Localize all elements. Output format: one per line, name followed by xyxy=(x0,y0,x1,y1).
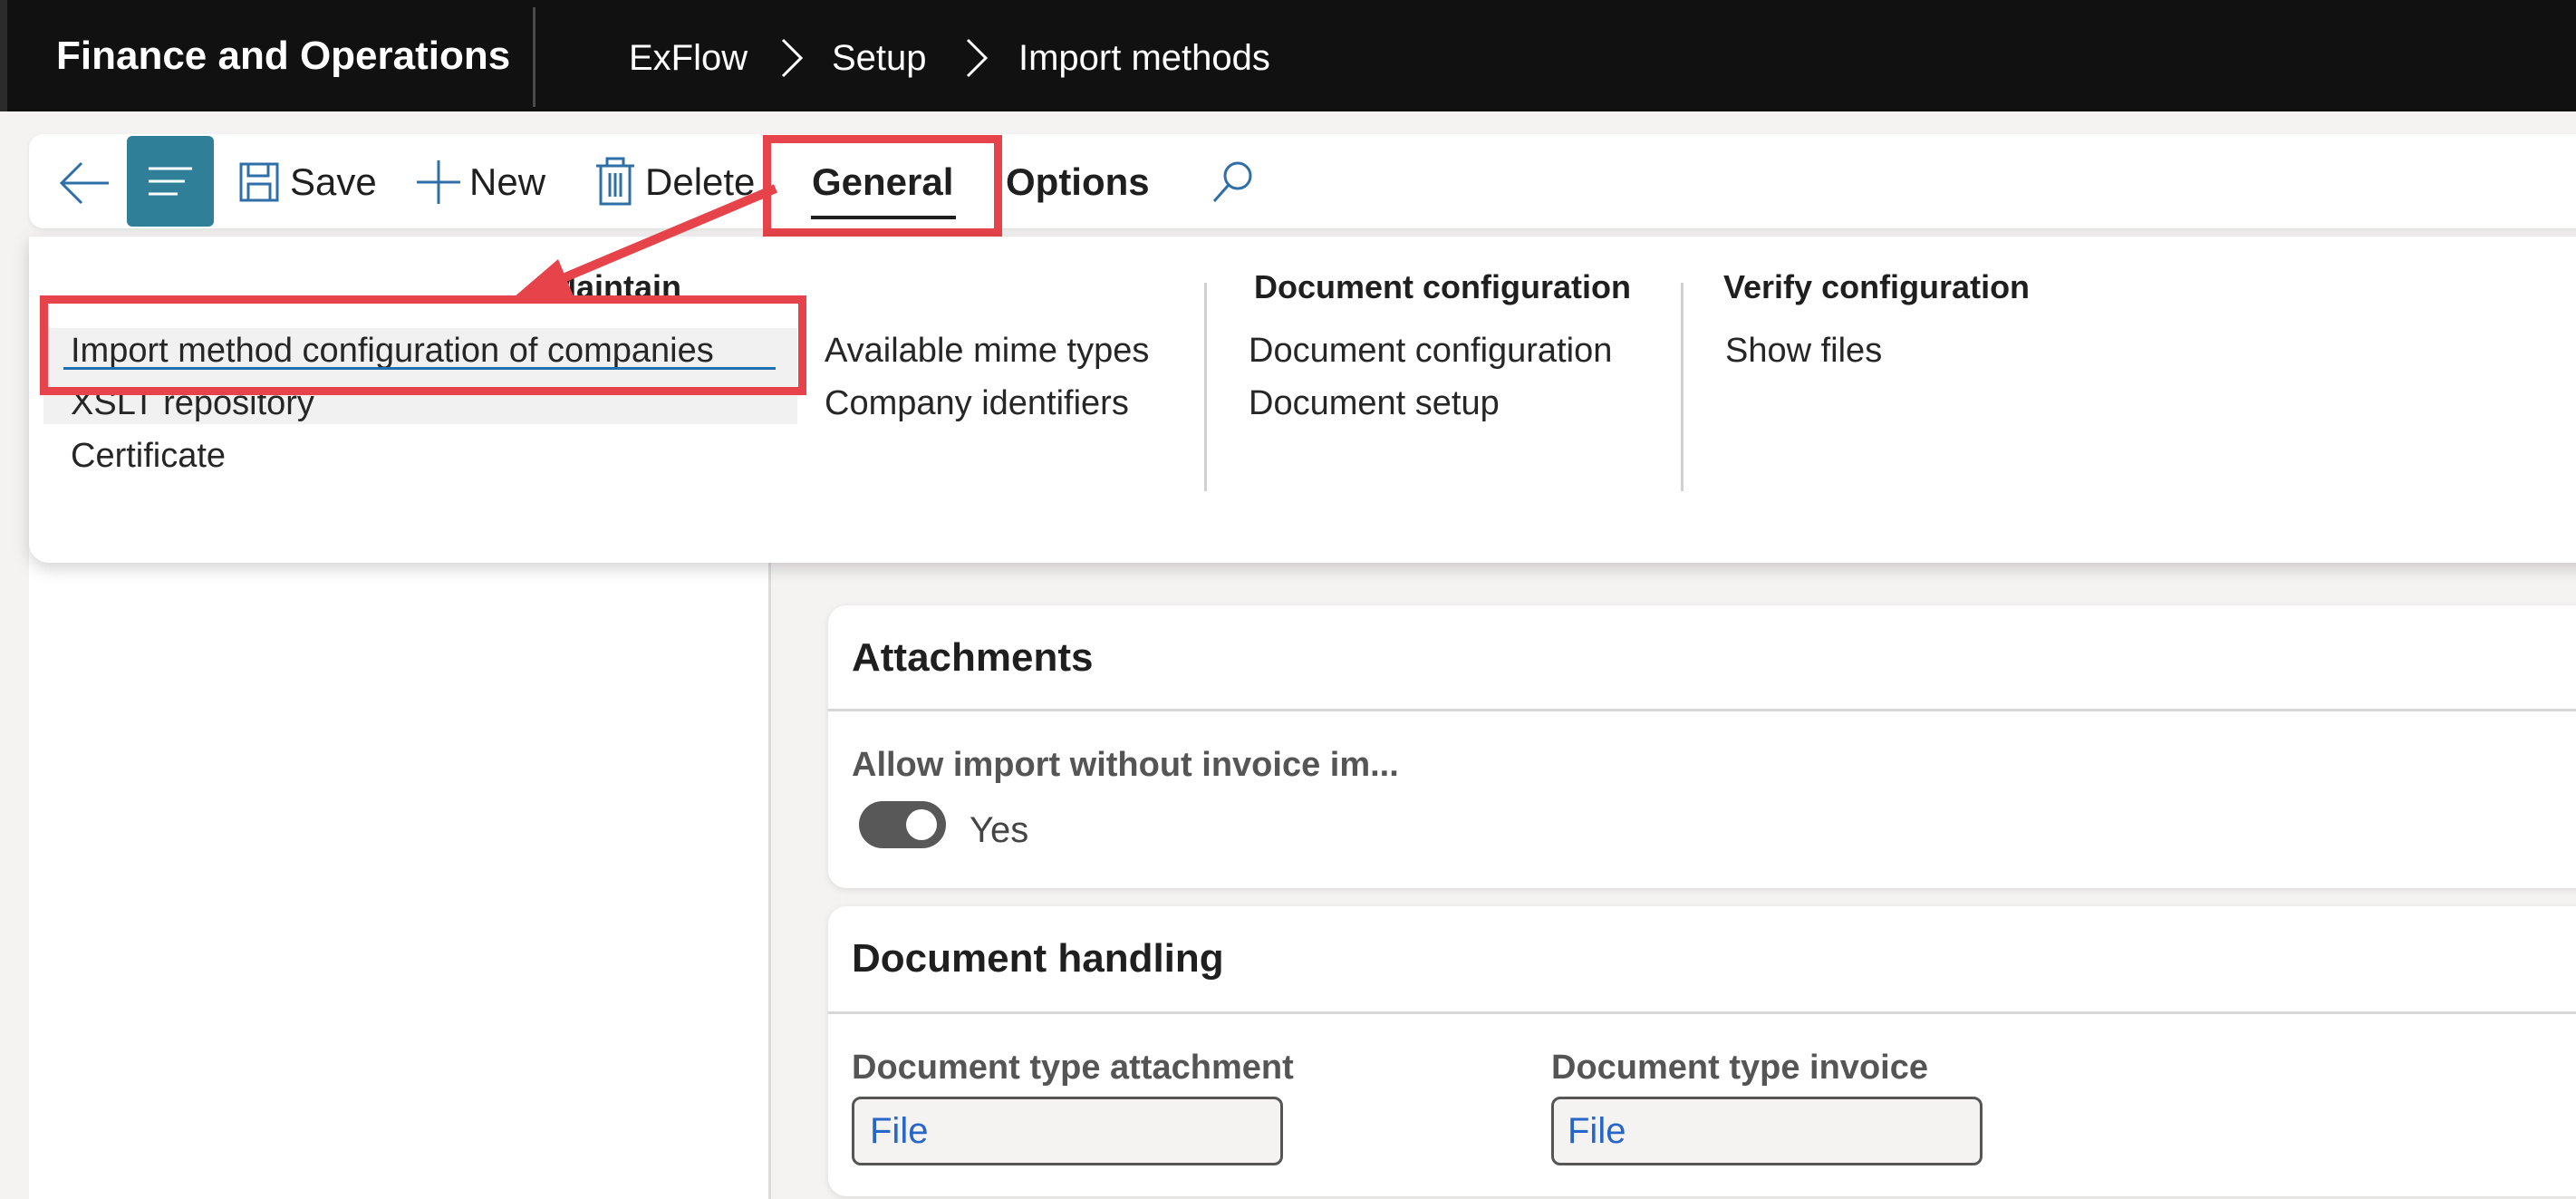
save-button[interactable]: Save xyxy=(237,155,377,209)
card-separator xyxy=(828,709,2576,711)
breadcrumb-setup[interactable]: Setup xyxy=(832,33,927,83)
search-icon[interactable] xyxy=(1211,158,1258,205)
document-type-invoice-value: File xyxy=(1568,1111,1626,1151)
plus-icon xyxy=(417,160,460,204)
card-separator xyxy=(828,1011,2576,1014)
tab-general-underline xyxy=(811,216,956,219)
group-divider xyxy=(1681,283,1684,491)
document-type-invoice-label: Document type invoice xyxy=(1551,1049,1928,1087)
document-type-attachment-label: Document type attachment xyxy=(852,1049,1294,1087)
menu-item-document-configuration[interactable]: Document configuration xyxy=(1249,328,1612,373)
tab-options[interactable]: Options xyxy=(1006,155,1150,209)
topbar-divider xyxy=(533,7,535,107)
hamburger-menu-icon xyxy=(149,167,192,196)
menu-item-document-setup[interactable]: Document setup xyxy=(1249,381,1500,426)
group-header-verify-configuration: Verify configuration xyxy=(1723,268,2031,305)
save-icon xyxy=(239,162,279,202)
left-list-pane xyxy=(29,544,771,1199)
document-handling-title[interactable]: Document handling xyxy=(852,933,1224,984)
group-divider xyxy=(1204,283,1207,491)
menu-item-certificate[interactable]: Certificate xyxy=(71,433,226,479)
group-header-document-configuration: Document configuration xyxy=(1254,268,1631,305)
chevron-right-icon xyxy=(966,38,989,78)
menu-item-show-files[interactable]: Show files xyxy=(1725,328,1882,373)
hamburger-menu-button[interactable] xyxy=(127,136,214,227)
back-arrow-icon[interactable] xyxy=(56,156,114,210)
tab-general[interactable]: General xyxy=(812,155,953,209)
breadcrumb-exflow[interactable]: ExFlow xyxy=(629,33,748,83)
toggle-knob xyxy=(906,809,937,840)
allow-import-label: Allow import without invoice im... xyxy=(852,746,1399,784)
menu-item-available-mime-types[interactable]: Available mime types xyxy=(825,328,1149,373)
toggle-value: Yes xyxy=(970,810,1029,850)
action-pane xyxy=(29,134,2576,228)
menu-item-company-identifiers[interactable]: Company identifiers xyxy=(825,381,1129,426)
topbar-accent xyxy=(0,0,7,111)
save-label: Save xyxy=(290,160,377,203)
chevron-right-icon xyxy=(781,38,804,78)
document-type-attachment-value: File xyxy=(870,1111,929,1151)
annotation-arrow xyxy=(507,184,777,303)
attachments-title[interactable]: Attachments xyxy=(852,633,1094,683)
app-title[interactable]: Finance and Operations xyxy=(56,31,510,82)
breadcrumb-import-methods[interactable]: Import methods xyxy=(1018,33,1270,83)
